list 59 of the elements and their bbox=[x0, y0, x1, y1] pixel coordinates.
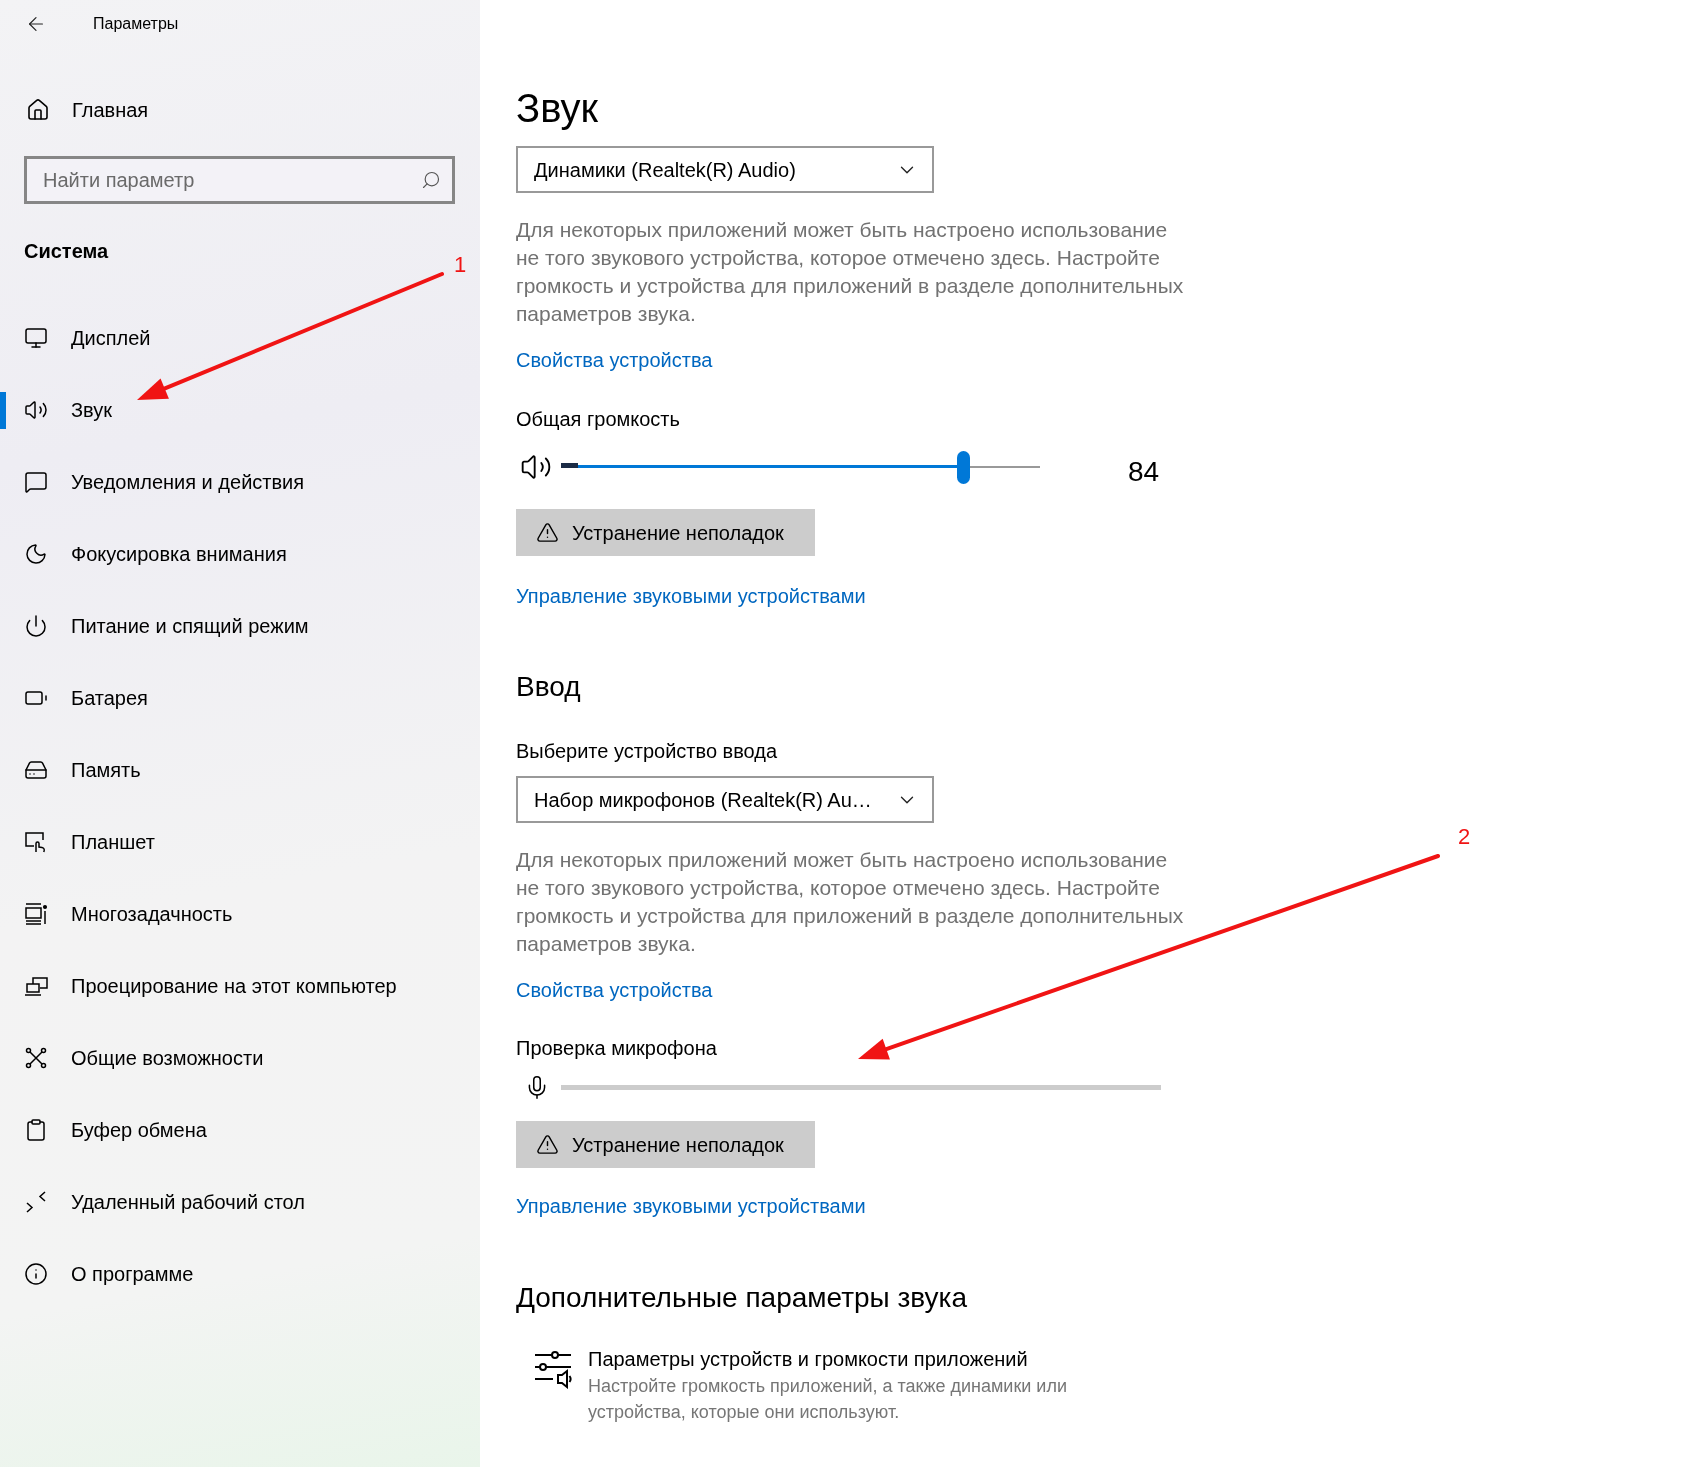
screen-hand-icon bbox=[24, 830, 48, 854]
volume-label: Общая громкость bbox=[516, 407, 680, 432]
section-heading: Система bbox=[24, 239, 109, 264]
slider-thumb[interactable] bbox=[956, 450, 970, 484]
two-screens-icon bbox=[24, 974, 48, 998]
nav-item[interactable]: Проецирование на этот компьютер bbox=[0, 950, 480, 1022]
power-icon bbox=[24, 614, 48, 638]
home-nav-item[interactable]: Главная bbox=[0, 86, 149, 134]
nav-item[interactable]: Удаленный рабочий стол bbox=[0, 1166, 480, 1238]
nav-item[interactable]: Общие возможности bbox=[0, 1022, 480, 1094]
search-icon bbox=[421, 170, 441, 190]
settings-link[interactable]: Параметры устройств и громкости приложений bbox=[588, 1345, 1028, 1373]
annotation-number: 2 bbox=[1458, 824, 1471, 850]
nav-item[interactable]: Дисплей bbox=[0, 302, 480, 374]
input-device-label: Выберите устройство ввода bbox=[516, 739, 778, 764]
section-title: Ввод bbox=[516, 670, 581, 704]
troubleshoot-button[interactable]: Устранение неполадок bbox=[516, 1121, 815, 1168]
manage-devices-link[interactable]: Управление звуковыми устройствами bbox=[516, 585, 866, 607]
nav-item[interactable]: Питание и спящий режим bbox=[0, 590, 480, 662]
device-properties-link[interactable]: Свойства устройства bbox=[516, 349, 713, 371]
window-title: Параметры bbox=[93, 14, 179, 34]
nav-item[interactable]: Буфер обмена bbox=[0, 1094, 480, 1166]
speaker-icon bbox=[24, 398, 48, 422]
section-title: Дополнительные параметры звука bbox=[516, 1281, 968, 1315]
nav-item[interactable]: Фокусировка внимания bbox=[0, 518, 480, 590]
volume-value: 84 bbox=[1128, 455, 1160, 489]
info-text: Для некоторых приложений может быть настроено использование не того звукового устройства, которое отмечено здесь. Настройте громкость и устройства для приложений в разделе дополнительных параметров звука. bbox=[516, 847, 1185, 957]
warning-icon bbox=[536, 1133, 559, 1156]
nav-item[interactable]: Многозадачность bbox=[0, 878, 480, 950]
moon-icon bbox=[24, 542, 48, 566]
device-dropdown[interactable]: Динамики (Realtek(R) Audio) bbox=[516, 146, 934, 193]
troubleshoot-button[interactable]: Устранение неполадок bbox=[516, 509, 815, 556]
nav-item[interactable]: Планшет bbox=[0, 806, 480, 878]
page-title: Звук bbox=[516, 85, 599, 132]
annotation-number: 1 bbox=[454, 252, 467, 278]
nav-item[interactable]: О программе bbox=[0, 1238, 480, 1310]
nav-item[interactable]: Звук bbox=[0, 374, 480, 446]
chevrons-icon bbox=[24, 1190, 48, 1214]
drive-icon bbox=[24, 758, 48, 782]
volume-slider[interactable] bbox=[561, 450, 1040, 484]
device-dropdown[interactable]: Набор микрофонов (Realtek(R) Au… bbox=[516, 776, 934, 823]
nav-item[interactable]: Память bbox=[0, 734, 480, 806]
cross-nodes-icon bbox=[24, 1046, 48, 1070]
speech-bubble-icon bbox=[24, 470, 48, 494]
device-properties-link[interactable]: Свойства устройства bbox=[516, 979, 713, 1001]
manage-devices-link[interactable]: Управление звуковыми устройствами bbox=[516, 1195, 866, 1217]
settings-description: Настройте громкость приложений, а также динамики или устройства, которые они используют. bbox=[588, 1375, 1068, 1424]
sliders-icon bbox=[534, 1349, 572, 1389]
warning-icon bbox=[536, 521, 559, 544]
monitor-icon bbox=[24, 326, 48, 350]
stacked-windows-icon bbox=[24, 902, 48, 926]
nav-item[interactable]: Уведомления и действия bbox=[0, 446, 480, 518]
info-icon bbox=[24, 1262, 48, 1286]
mic-test-label: Проверка микрофона bbox=[516, 1036, 717, 1061]
search-field[interactable]: Найти параметр bbox=[24, 156, 455, 204]
nav-item[interactable]: Батарея bbox=[0, 662, 480, 734]
info-text: Для некоторых приложений может быть настроено использование не того звукового устройства, которое отмечено здесь. Настройте громкость и устройства для приложений в разделе дополнительных параметров звука. bbox=[516, 217, 1185, 327]
clipboard-icon bbox=[24, 1118, 48, 1142]
home-icon bbox=[26, 98, 50, 122]
